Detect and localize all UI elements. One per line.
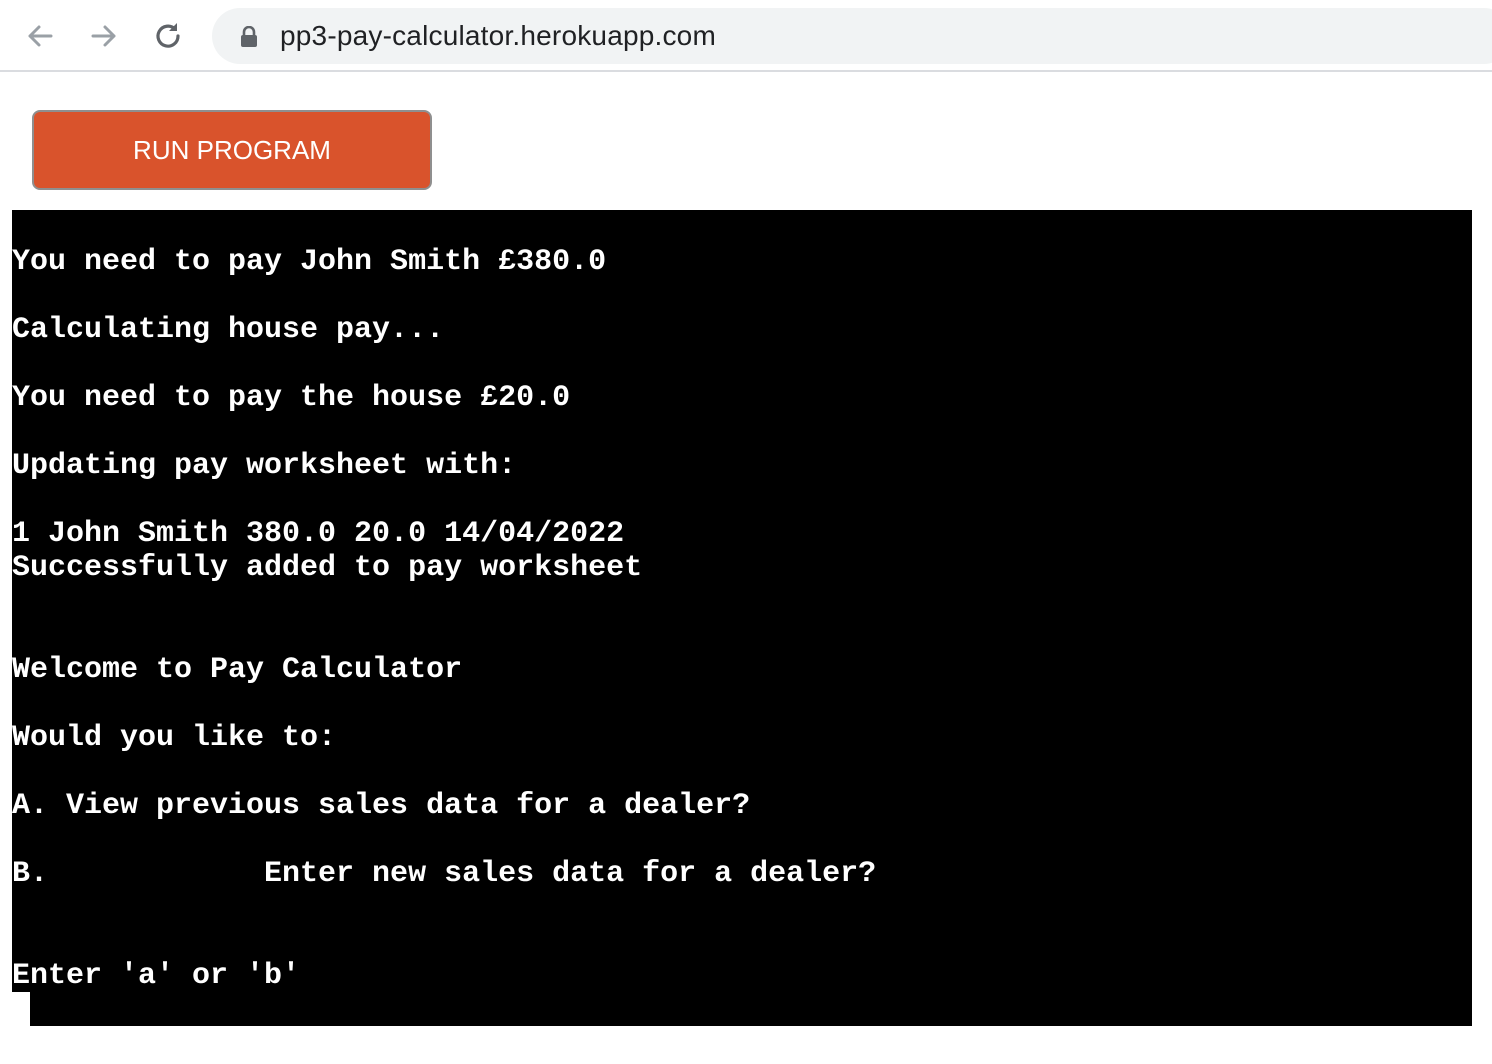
address-bar[interactable]: pp3-pay-calculator.herokuapp.com: [212, 8, 1492, 64]
arrow-left-icon: [28, 25, 53, 47]
terminal-line: Calculating house pay...: [12, 313, 445, 347]
browser-toolbar: pp3-pay-calculator.herokuapp.com: [0, 0, 1492, 72]
terminal-line: Welcome to Pay Calculator: [12, 653, 463, 687]
terminal-line: Updating pay worksheet with:: [12, 449, 517, 483]
terminal-line: A. View previous sales data for a dealer…: [12, 789, 751, 823]
terminal-line: B. Enter new sales data for a dealer?: [12, 857, 877, 891]
forward-button[interactable]: [84, 16, 124, 56]
lock-icon: [241, 26, 257, 47]
back-button[interactable]: [20, 16, 60, 56]
terminal-line: 1 John Smith 380.0 20.0 14/04/2022: [12, 517, 625, 551]
terminal-cursor: [12, 992, 30, 1026]
terminal-line: You need to pay the house £20.0: [12, 381, 571, 415]
terminal-line: Would you like to:: [12, 721, 337, 755]
reload-icon: [156, 23, 180, 48]
reload-button[interactable]: [148, 16, 188, 56]
arrow-right-icon: [91, 25, 116, 47]
run-program-button[interactable]: RUN PROGRAM: [32, 110, 432, 190]
terminal-line: Successfully added to pay worksheet: [12, 551, 643, 585]
terminal-line: You need to pay John Smith £380.0: [12, 245, 607, 279]
url-text: pp3-pay-calculator.herokuapp.com: [280, 20, 716, 51]
terminal-prompt: Enter 'a' or 'b': [12, 959, 301, 993]
terminal-output[interactable]: You need to pay John Smith £380.0 Calcul…: [12, 210, 1472, 1026]
